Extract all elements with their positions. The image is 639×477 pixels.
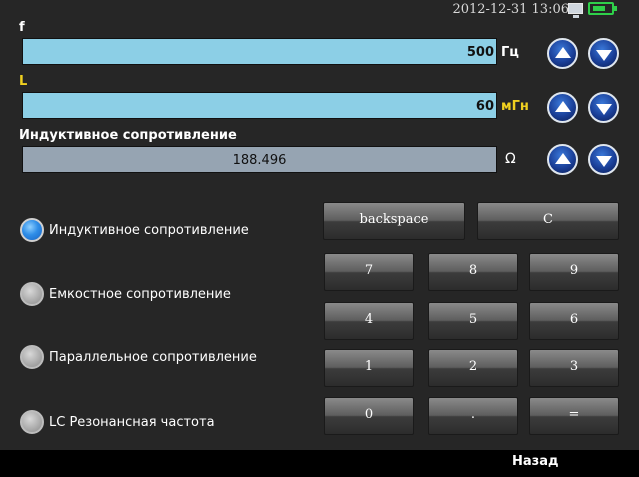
arrow-up-icon bbox=[554, 152, 571, 164]
key-3[interactable]: 3 bbox=[529, 349, 619, 387]
key-equals[interactable]: = bbox=[529, 397, 619, 435]
mode-label: Параллельное сопротивление bbox=[49, 350, 257, 365]
status-bar: 2012-12-31 13:06 bbox=[0, 0, 639, 20]
arrow-down-icon bbox=[595, 155, 612, 167]
param-f-value: 500 bbox=[466, 45, 494, 60]
key-7[interactable]: 7 bbox=[324, 253, 414, 291]
back-button[interactable]: Назад bbox=[512, 454, 558, 469]
arrow-up-icon bbox=[554, 100, 571, 112]
mode-label: Индуктивное сопротивление bbox=[49, 223, 249, 238]
result-field: 188.496 bbox=[22, 146, 497, 173]
clear-button[interactable]: C bbox=[477, 202, 619, 240]
key-6[interactable]: 6 bbox=[529, 302, 619, 340]
key-4[interactable]: 4 bbox=[324, 302, 414, 340]
backspace-button[interactable]: backspace bbox=[323, 202, 465, 240]
param-f-label: f bbox=[19, 20, 25, 35]
bottom-bar: Назад bbox=[0, 450, 639, 477]
param-f-unit: Гц bbox=[501, 45, 519, 60]
result-unit: Ω bbox=[505, 151, 516, 167]
key-2[interactable]: 2 bbox=[428, 349, 518, 387]
battery-icon bbox=[588, 2, 617, 15]
arrow-up-icon bbox=[554, 46, 571, 58]
key-0[interactable]: 0 bbox=[324, 397, 414, 435]
mode-label: LC Резонансная частота bbox=[49, 415, 215, 430]
param-f-field[interactable]: 500 bbox=[22, 38, 497, 65]
arrow-down-icon bbox=[595, 103, 612, 115]
f-increase-button[interactable] bbox=[547, 38, 578, 69]
f-decrease-button[interactable] bbox=[588, 38, 619, 69]
result-value: 188.496 bbox=[232, 153, 287, 168]
param-l-label: L bbox=[19, 74, 28, 89]
key-9[interactable]: 9 bbox=[529, 253, 619, 291]
radio-selected-icon bbox=[20, 218, 44, 242]
l-decrease-button[interactable] bbox=[588, 92, 619, 123]
radio-icon bbox=[20, 345, 44, 369]
result-label: Индуктивное сопротивление bbox=[19, 128, 237, 143]
result-decrease-button[interactable] bbox=[588, 144, 619, 175]
param-l-field[interactable]: 60 bbox=[22, 92, 497, 119]
key-8[interactable]: 8 bbox=[428, 253, 518, 291]
param-l-unit: мГн bbox=[501, 99, 529, 114]
monitor-icon bbox=[568, 3, 583, 18]
l-increase-button[interactable] bbox=[547, 92, 578, 123]
radio-icon bbox=[20, 282, 44, 306]
arrow-down-icon bbox=[595, 49, 612, 61]
result-increase-button[interactable] bbox=[547, 144, 578, 175]
datetime: 2012-12-31 13:06 bbox=[452, 2, 569, 17]
radio-icon bbox=[20, 410, 44, 434]
param-l-value: 60 bbox=[475, 99, 494, 114]
mode-label: Емкостное сопротивление bbox=[49, 287, 231, 302]
key-dot[interactable]: . bbox=[428, 397, 518, 435]
key-5[interactable]: 5 bbox=[428, 302, 518, 340]
key-1[interactable]: 1 bbox=[324, 349, 414, 387]
